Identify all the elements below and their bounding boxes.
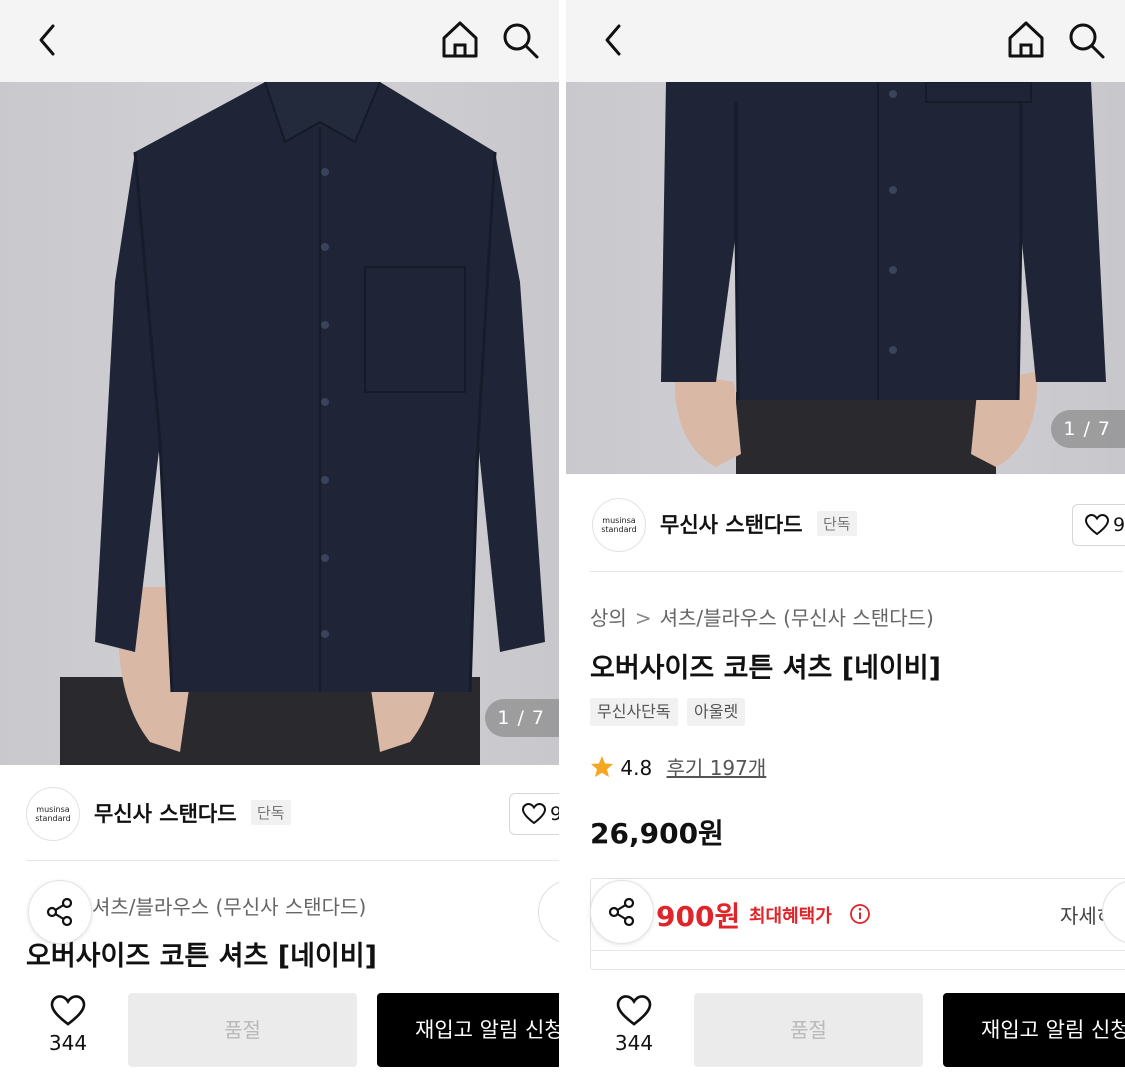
top-navigation-bar: [566, 0, 1125, 82]
chevron-left-icon[interactable]: [592, 18, 636, 62]
brand-logo-text-1: musinsa: [36, 805, 70, 814]
product-image[interactable]: 1 / 7: [0, 82, 559, 765]
share-icon: [608, 897, 635, 927]
tag-chip-outlet: 아울렛: [687, 698, 746, 726]
info-icon[interactable]: [849, 903, 871, 929]
star-icon: [591, 756, 613, 777]
breadcrumb[interactable]: 셔츠/블라우스 (무신사 스탠다드): [92, 891, 366, 920]
product-title: 오버사이즈 코튼 셔츠 [네이비]: [26, 941, 377, 972]
brand-logo[interactable]: musinsa standard: [592, 498, 646, 552]
max-benefit-label: 최대혜택가: [749, 906, 832, 927]
restock-alert-button[interactable]: 재입고 알림 신청: [377, 993, 559, 1067]
home-icon[interactable]: [1004, 18, 1048, 62]
wishlist-count: 344: [48, 1031, 88, 1055]
brand-logo[interactable]: musinsa standard: [26, 787, 80, 841]
benefit-divider: [590, 950, 1125, 951]
chevron-left-icon[interactable]: [26, 18, 70, 62]
breadcrumb[interactable]: 상의 > 셔츠/블라우스 (무신사 스탠다드): [590, 602, 934, 631]
brand-row[interactable]: musinsa standard 무신사 스탠다드 단독 9: [0, 765, 559, 861]
soldout-button: 품절: [694, 993, 923, 1067]
floating-edge-button[interactable]: [538, 880, 559, 944]
breadcrumb-subcategory[interactable]: 셔츠/블라우스 (무신사 스탠다드): [92, 895, 366, 919]
brand-name[interactable]: 무신사 스탠다드: [94, 798, 237, 828]
share-button[interactable]: [590, 880, 654, 944]
home-icon[interactable]: [438, 18, 482, 62]
exclusive-badge: 단독: [817, 511, 857, 536]
brand-logo-text-1: musinsa: [602, 516, 636, 525]
product-title: 오버사이즈 코튼 셔츠 [네이비]: [590, 653, 941, 684]
heart-icon: [522, 803, 546, 825]
heart-icon: [50, 995, 86, 1026]
restock-alert-button[interactable]: 재입고 알림 신청: [943, 993, 1125, 1067]
heart-icon: [1085, 514, 1109, 536]
shirt-photo-illustration: [661, 82, 1106, 474]
rating-score: 4.8: [620, 756, 653, 780]
brand-logo-text-2: standard: [601, 525, 637, 534]
product-screen-right: 1 / 7 musinsa standard 무신사 스탠다드 단독 9 상의 > 셔…: [566, 0, 1125, 1087]
product-screen-left: 1 / 7 musinsa standard 무신사 스탠다드 단독 9 셔츠/블…: [0, 0, 559, 1087]
breadcrumb-subcategory[interactable]: 셔츠/블라우스 (무신사 스탠다드): [660, 606, 934, 630]
brand-row[interactable]: musinsa standard 무신사 스탠다드 단독 9: [566, 476, 1125, 572]
search-icon[interactable]: [1064, 18, 1108, 62]
rating-row: 4.8 후기 197개: [590, 752, 766, 781]
wishlist-button[interactable]: 344: [30, 995, 106, 1065]
divider: [26, 860, 559, 861]
bottom-action-bar: 344 품절 재입고 알림 신청: [0, 971, 559, 1087]
product-image[interactable]: 1 / 7: [566, 82, 1125, 474]
heart-icon: [616, 995, 652, 1026]
wishlist-count: 344: [614, 1031, 654, 1055]
image-counter: 1 / 7: [485, 699, 559, 737]
search-icon[interactable]: [498, 18, 542, 62]
max-benefit-price: 900원: [656, 900, 741, 933]
breadcrumb-separator: >: [634, 606, 652, 630]
top-navigation-bar: [0, 0, 559, 82]
brand-like-button[interactable]: 9: [1072, 504, 1125, 546]
tag-chip-exclusive: 무신사단독: [590, 698, 678, 726]
soldout-button: 품절: [128, 993, 357, 1067]
brand-like-count: 9: [550, 803, 559, 825]
breadcrumb-category[interactable]: 상의: [590, 606, 627, 630]
exclusive-badge: 단독: [251, 800, 291, 825]
divider: [590, 571, 1123, 572]
product-price: 26,900원: [590, 817, 724, 850]
share-icon: [46, 897, 73, 927]
bottom-action-bar: 344 품절 재입고 알림 신청: [566, 971, 1125, 1087]
review-count-link[interactable]: 후기 197개: [667, 756, 767, 780]
brand-logo-text-2: standard: [35, 814, 71, 823]
brand-like-button[interactable]: 9: [509, 793, 559, 835]
shirt-photo-illustration: [60, 82, 545, 765]
wishlist-button[interactable]: 344: [596, 995, 672, 1065]
brand-name[interactable]: 무신사 스탠다드: [660, 509, 803, 539]
panel-divider: [559, 0, 566, 1087]
image-counter: 1 / 7: [1051, 410, 1125, 448]
share-button[interactable]: [28, 880, 92, 944]
brand-like-count: 9: [1113, 514, 1125, 536]
